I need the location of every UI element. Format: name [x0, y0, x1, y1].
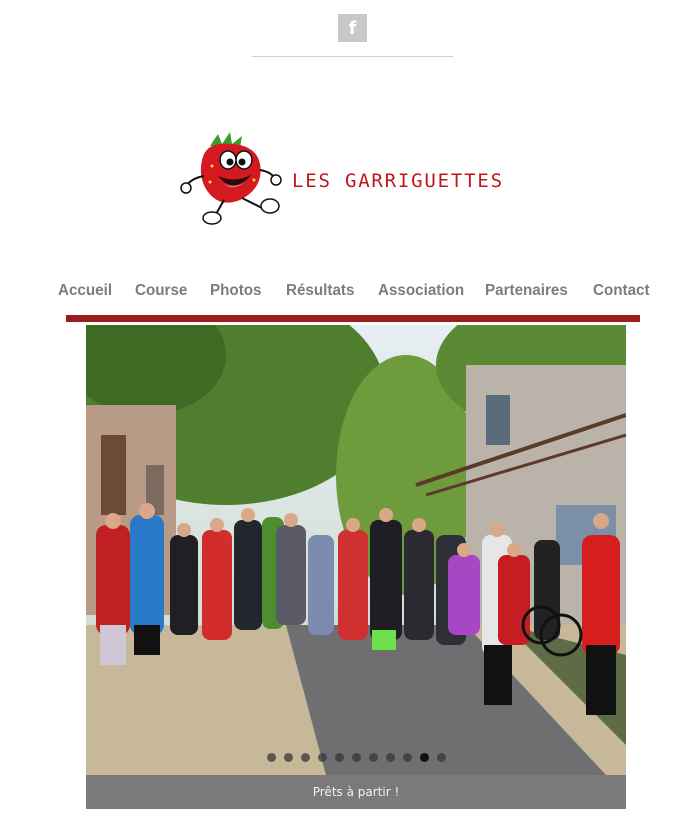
slider-dot[interactable]	[266, 753, 276, 762]
facebook-icon[interactable]: f	[338, 14, 367, 42]
nav-item-resultats[interactable]: Résultats	[286, 282, 354, 300]
header-divider	[252, 56, 453, 57]
slide-photo	[86, 325, 626, 775]
slide-caption: Prêts à partir !	[86, 775, 626, 809]
slider-dot-active[interactable]	[419, 753, 429, 762]
nav-item-course[interactable]: Course	[135, 282, 187, 300]
nav-item-contact[interactable]: Contact	[593, 282, 650, 300]
nav-item-association[interactable]: Association	[378, 282, 464, 300]
nav-item-accueil[interactable]: Accueil	[58, 282, 112, 300]
slider-dot[interactable]	[436, 753, 446, 762]
nav-item-photos[interactable]: Photos	[210, 282, 262, 300]
slider-dot[interactable]	[402, 753, 412, 762]
slider-dot[interactable]	[385, 753, 395, 762]
slider-dot[interactable]	[351, 753, 361, 762]
slider-dot[interactable]	[300, 753, 310, 762]
photo-slider[interactable]	[86, 325, 626, 775]
slider-dot[interactable]	[283, 753, 293, 762]
slider-dot[interactable]	[368, 753, 378, 762]
nav-underline-bar	[66, 315, 640, 322]
strawberry-mascot-icon	[180, 132, 282, 225]
slider-dot[interactable]	[317, 753, 327, 762]
slider-pagination	[86, 753, 626, 762]
nav-item-partenaires[interactable]: Partenaires	[485, 282, 568, 300]
logo-text: LES GARRIGUETTES	[292, 170, 504, 192]
site-logo[interactable]: LES GARRIGUETTES	[180, 130, 525, 230]
slider-dot[interactable]	[334, 753, 344, 762]
